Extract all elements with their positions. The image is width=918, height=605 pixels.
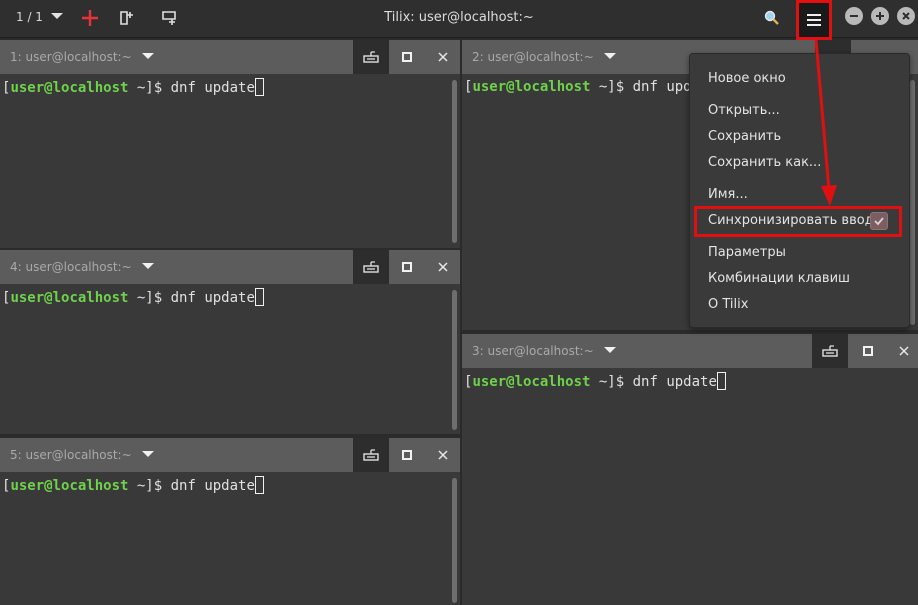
annotation-arrow	[814, 39, 837, 206]
